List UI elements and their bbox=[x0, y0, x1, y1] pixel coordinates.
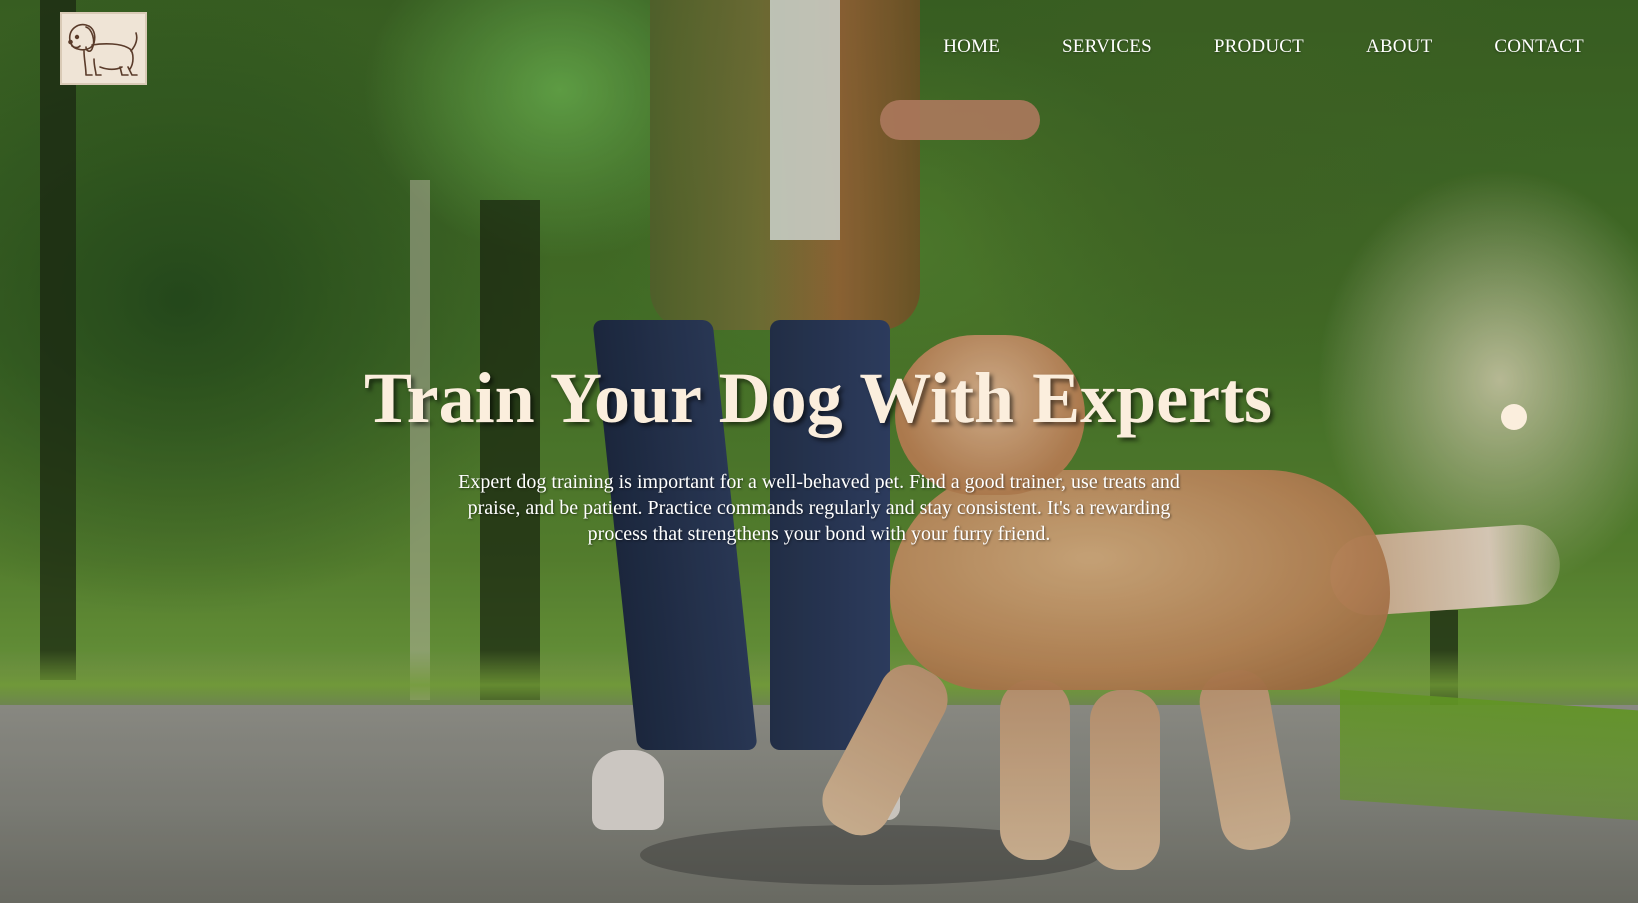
nav-services[interactable]: SERVICES bbox=[1062, 36, 1152, 58]
nav-product[interactable]: PRODUCT bbox=[1214, 36, 1304, 58]
nav-home[interactable]: HOME bbox=[943, 36, 1000, 58]
dark-overlay bbox=[0, 0, 1638, 903]
dog-logo-icon-svg bbox=[67, 23, 138, 76]
hero-description: Expert dog training is important for a w… bbox=[458, 471, 1180, 545]
nav-about[interactable]: ABOUT bbox=[1366, 36, 1432, 58]
hero-background-image bbox=[0, 0, 1638, 903]
main-nav: HOME SERVICES PRODUCT ABOUT CONTACT bbox=[943, 36, 1584, 58]
dog-logo-icon[interactable] bbox=[60, 12, 147, 85]
hero-title: Train Your Dog With Experts bbox=[363, 358, 1273, 438]
slider-dot-icon[interactable] bbox=[1501, 404, 1527, 430]
nav-contact[interactable]: CONTACT bbox=[1494, 36, 1584, 58]
